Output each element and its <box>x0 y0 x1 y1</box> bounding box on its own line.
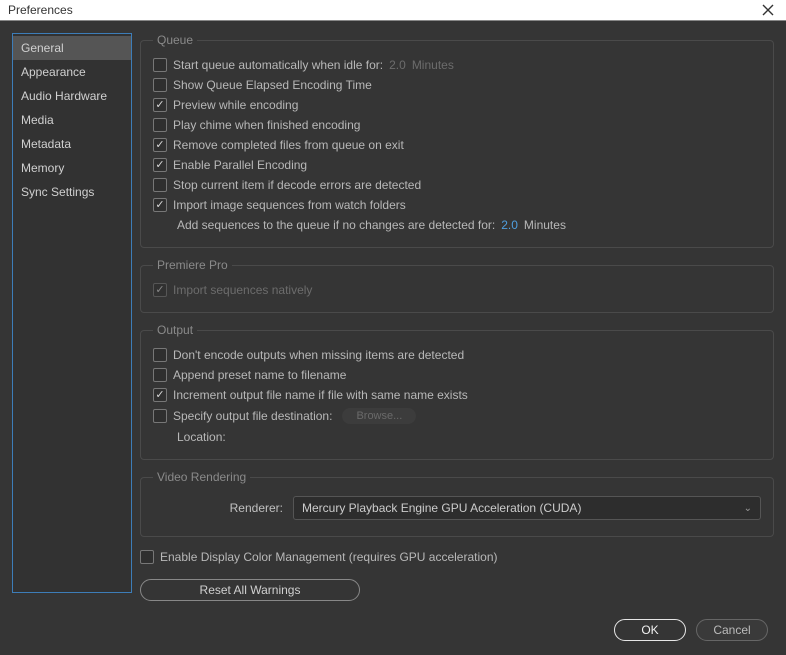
preview-checkbox[interactable] <box>153 98 167 112</box>
add-seq-unit: Minutes <box>524 218 566 232</box>
queue-legend: Queue <box>153 33 197 47</box>
sidebar: General Appearance Audio Hardware Media … <box>12 33 132 593</box>
ok-label: OK <box>641 623 658 637</box>
stop-errors-label: Stop current item if decode errors are d… <box>173 178 421 192</box>
preview-label: Preview while encoding <box>173 98 298 112</box>
sidebar-item-label: Metadata <box>21 137 71 151</box>
import-native-checkbox <box>153 283 167 297</box>
increment-checkbox[interactable] <box>153 388 167 402</box>
titlebar: Preferences <box>0 0 786 21</box>
renderer-label: Renderer: <box>153 501 283 515</box>
import-watch-label: Import image sequences from watch folder… <box>173 198 406 212</box>
window-title: Preferences <box>8 3 73 17</box>
increment-label: Increment output file name if file with … <box>173 388 468 402</box>
start-idle-label: Start queue automatically when idle for: <box>173 58 383 72</box>
location-label: Location: <box>177 430 226 444</box>
start-idle-checkbox[interactable] <box>153 58 167 72</box>
sidebar-item-label: General <box>21 41 64 55</box>
stop-errors-checkbox[interactable] <box>153 178 167 192</box>
video-rendering-legend: Video Rendering <box>153 470 250 484</box>
main-panel: Queue Start queue automatically when idl… <box>140 33 774 601</box>
add-seq-value[interactable]: 2.0 <box>501 218 518 232</box>
sidebar-item-audio-hardware[interactable]: Audio Hardware <box>13 84 131 108</box>
append-preset-label: Append preset name to filename <box>173 368 346 382</box>
cancel-button[interactable]: Cancel <box>696 619 768 641</box>
start-idle-value[interactable]: 2.0 <box>389 58 406 72</box>
dont-encode-missing-checkbox[interactable] <box>153 348 167 362</box>
renderer-value: Mercury Playback Engine GPU Acceleration… <box>302 501 581 515</box>
video-rendering-group: Video Rendering Renderer: Mercury Playba… <box>140 470 774 537</box>
premiere-legend: Premiere Pro <box>153 258 232 272</box>
output-group: Output Don't encode outputs when missing… <box>140 323 774 460</box>
import-native-label: Import sequences natively <box>173 283 312 297</box>
cancel-label: Cancel <box>713 623 750 637</box>
ok-button[interactable]: OK <box>614 619 686 641</box>
specify-dest-checkbox[interactable] <box>153 409 167 423</box>
premiere-group: Premiere Pro Import sequences natively <box>140 258 774 313</box>
show-elapsed-label: Show Queue Elapsed Encoding Time <box>173 78 372 92</box>
remove-completed-checkbox[interactable] <box>153 138 167 152</box>
reset-warnings-button[interactable]: Reset All Warnings <box>140 579 360 601</box>
reset-warnings-label: Reset All Warnings <box>200 583 301 597</box>
chevron-down-icon: ⌄ <box>744 503 752 514</box>
dont-encode-missing-label: Don't encode outputs when missing items … <box>173 348 464 362</box>
output-legend: Output <box>153 323 197 337</box>
sidebar-item-general[interactable]: General <box>13 36 131 60</box>
dialog-body: General Appearance Audio Hardware Media … <box>0 21 786 613</box>
sidebar-item-label: Media <box>21 113 54 127</box>
close-icon <box>762 4 774 16</box>
start-idle-unit: Minutes <box>412 58 454 72</box>
sidebar-item-sync-settings[interactable]: Sync Settings <box>13 180 131 204</box>
color-mgmt-label: Enable Display Color Management (require… <box>160 550 498 564</box>
browse-button[interactable]: Browse... <box>342 408 416 424</box>
sidebar-item-media[interactable]: Media <box>13 108 131 132</box>
remove-completed-label: Remove completed files from queue on exi… <box>173 138 404 152</box>
preferences-dialog: Preferences General Appearance Audio Har… <box>0 0 786 654</box>
sidebar-item-label: Sync Settings <box>21 185 94 199</box>
chime-label: Play chime when finished encoding <box>173 118 360 132</box>
specify-dest-label: Specify output file destination: <box>173 409 332 423</box>
dialog-footer: OK Cancel <box>0 613 786 655</box>
close-button[interactable] <box>758 0 778 20</box>
chime-checkbox[interactable] <box>153 118 167 132</box>
sidebar-item-label: Audio Hardware <box>21 89 107 103</box>
parallel-label: Enable Parallel Encoding <box>173 158 307 172</box>
add-seq-label: Add sequences to the queue if no changes… <box>177 218 495 232</box>
color-mgmt-checkbox[interactable] <box>140 550 154 564</box>
sidebar-item-metadata[interactable]: Metadata <box>13 132 131 156</box>
parallel-checkbox[interactable] <box>153 158 167 172</box>
sidebar-item-label: Appearance <box>21 65 86 79</box>
append-preset-checkbox[interactable] <box>153 368 167 382</box>
sidebar-item-memory[interactable]: Memory <box>13 156 131 180</box>
sidebar-item-appearance[interactable]: Appearance <box>13 60 131 84</box>
renderer-select[interactable]: Mercury Playback Engine GPU Acceleration… <box>293 496 761 520</box>
import-watch-checkbox[interactable] <box>153 198 167 212</box>
sidebar-item-label: Memory <box>21 161 64 175</box>
queue-group: Queue Start queue automatically when idl… <box>140 33 774 248</box>
show-elapsed-checkbox[interactable] <box>153 78 167 92</box>
